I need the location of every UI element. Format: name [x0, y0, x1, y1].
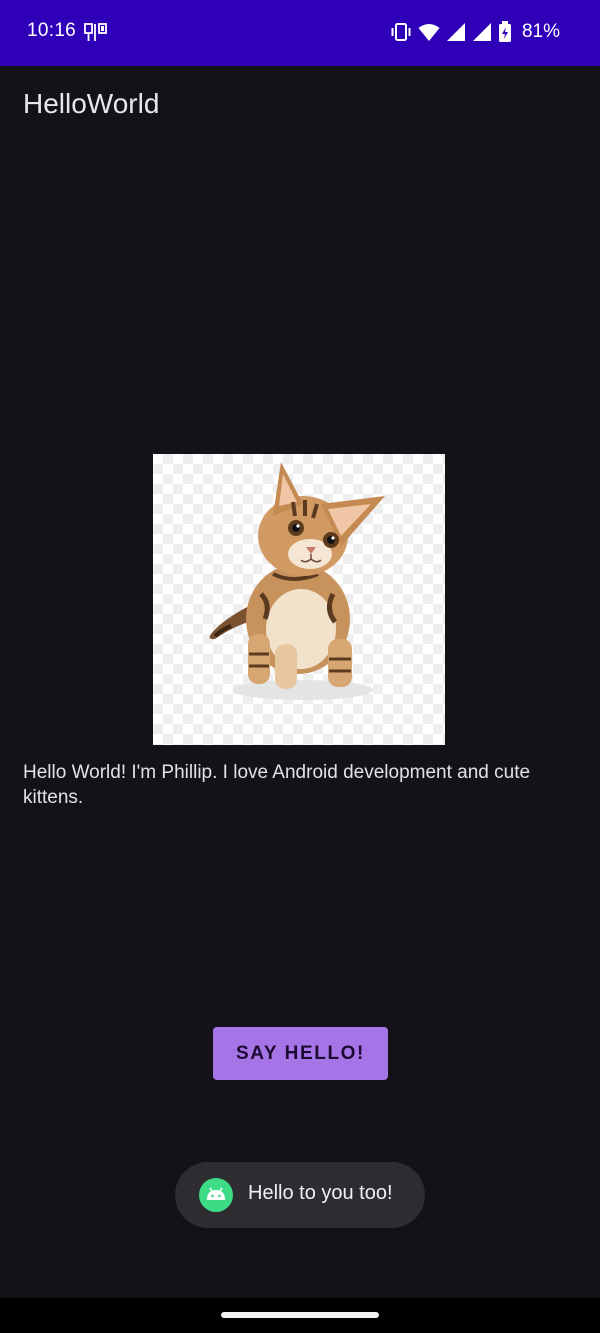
status-bar: 10:16 81% — [0, 0, 600, 66]
battery-percent: 81% — [521, 21, 560, 42]
signal-icon-2 — [472, 22, 492, 42]
battery-charging-icon — [498, 21, 512, 43]
status-time: 10:16 — [27, 20, 77, 41]
android-icon — [199, 1178, 233, 1212]
gallery-status-icon — [84, 22, 108, 44]
signal-icon — [446, 22, 466, 42]
status-icons: 81% — [390, 18, 560, 46]
vibrate-icon — [390, 22, 412, 42]
kitten-image — [153, 454, 445, 745]
greeting-text: Hello World! I'm Phillip. I love Android… — [23, 762, 531, 808]
say-hello-button[interactable]: SAY HELLO! — [213, 1027, 388, 1080]
toast: Hello to you too! — [175, 1162, 425, 1228]
phone-screen: 10:16 81% HelloWorld Hello World! I'm Ph… — [0, 0, 600, 1333]
toast-message: Hello to you too! — [248, 1182, 393, 1204]
wifi-icon — [418, 22, 440, 42]
app-title: HelloWorld — [23, 88, 160, 119]
home-gesture-handle[interactable] — [221, 1312, 379, 1318]
